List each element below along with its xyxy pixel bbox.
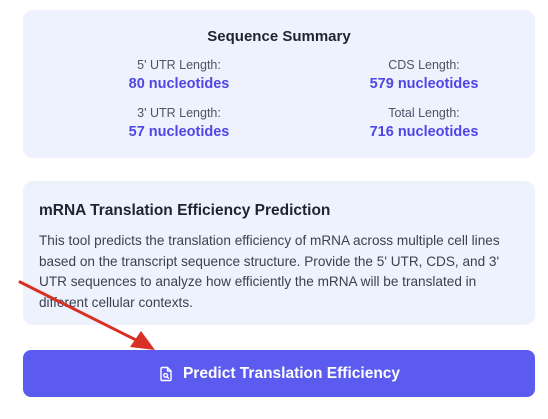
utr5-length-value: 80 nucleotides bbox=[128, 76, 230, 92]
sequence-summary-title: Sequence Summary bbox=[207, 28, 351, 45]
predict-button-label: Predict Translation Efficiency bbox=[182, 364, 401, 382]
cds-length-value: 579 nucleotides bbox=[369, 76, 479, 92]
cds-length-stat: CDS Length: 579 nucleotides bbox=[339, 58, 509, 92]
utr3-length-value: 57 nucleotides bbox=[128, 124, 230, 140]
total-length-label: Total Length: bbox=[388, 106, 460, 120]
utr3-length-stat: 3' UTR Length: 57 nucleotides bbox=[94, 106, 264, 140]
file-search-icon bbox=[158, 366, 174, 382]
tool-info-title: mRNA Translation Efficiency Prediction bbox=[39, 202, 331, 219]
utr3-length-label: 3' UTR Length: bbox=[137, 106, 221, 120]
tool-info-card: mRNA Translation Efficiency Prediction T… bbox=[23, 181, 535, 325]
predict-translation-efficiency-button[interactable]: Predict Translation Efficiency bbox=[23, 350, 535, 397]
cds-length-label: CDS Length: bbox=[388, 58, 460, 72]
utr5-length-label: 5' UTR Length: bbox=[137, 58, 221, 72]
utr5-length-stat: 5' UTR Length: 80 nucleotides bbox=[94, 58, 264, 92]
total-length-stat: Total Length: 716 nucleotides bbox=[339, 106, 509, 140]
total-length-value: 716 nucleotides bbox=[369, 124, 479, 140]
tool-info-description: This tool predicts the translation effic… bbox=[39, 233, 500, 310]
sequence-summary-card: Sequence Summary 5' UTR Length: 80 nucle… bbox=[23, 10, 535, 158]
page: Sequence Summary 5' UTR Length: 80 nucle… bbox=[0, 0, 548, 419]
